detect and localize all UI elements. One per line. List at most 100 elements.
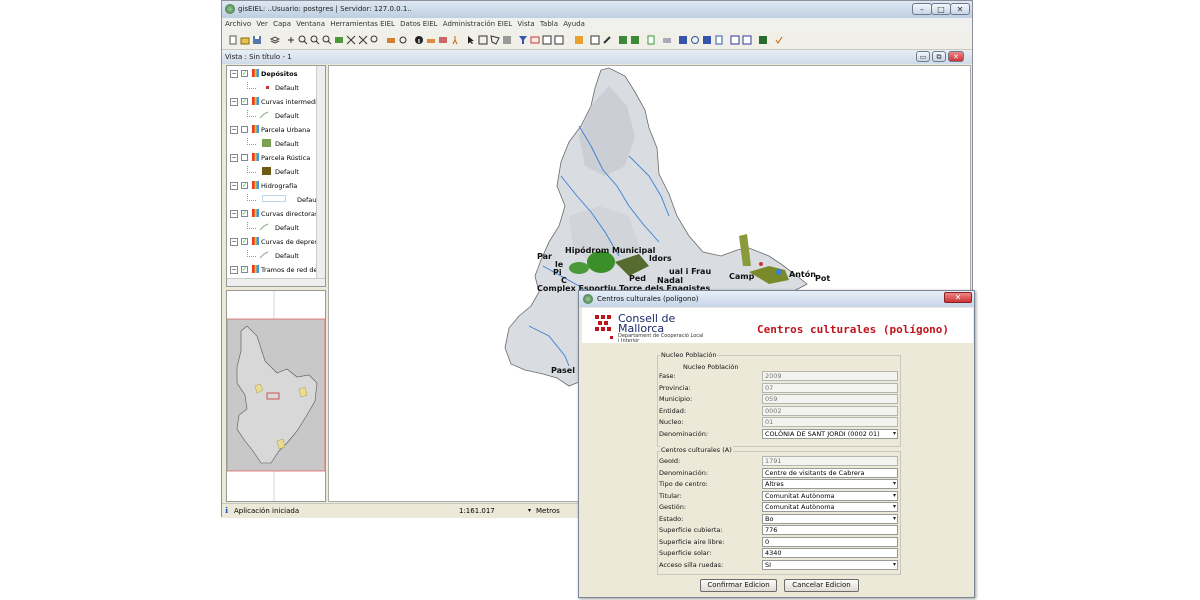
- run-icon[interactable]: [450, 35, 460, 45]
- field-select[interactable]: Comunitat Autònoma ▾: [762, 502, 898, 512]
- units-dropdown-arrow-icon[interactable]: ▾: [528, 507, 531, 514]
- toc-vertical-scrollbar[interactable]: [316, 66, 325, 278]
- pdf-multi-icon[interactable]: [742, 35, 752, 45]
- zoom-layer-icon[interactable]: [334, 35, 344, 45]
- cultural-center-point[interactable]: [759, 262, 763, 266]
- select-arrow-icon[interactable]: [466, 35, 476, 45]
- map-edit-icon[interactable]: [618, 35, 628, 45]
- layer-row[interactable]: − ✓ Curvas de depresión: [227, 236, 325, 248]
- layer-visibility-checkbox[interactable]: ✓: [241, 182, 248, 189]
- layer-name[interactable]: Depósitos: [261, 70, 297, 78]
- expand-toggle-icon[interactable]: −: [230, 126, 238, 134]
- zoom-select-icon[interactable]: [358, 35, 368, 45]
- field-input[interactable]: 4340: [762, 548, 898, 558]
- menu-herramientas-eiel[interactable]: Herramientas EIEL: [330, 18, 395, 31]
- menu-ventana[interactable]: Ventana: [296, 18, 325, 31]
- select-layer-icon[interactable]: [502, 35, 512, 45]
- scale-input[interactable]: 1:161.017: [459, 507, 495, 515]
- zoom-table-icon[interactable]: [554, 35, 564, 45]
- layer-name[interactable]: Parcela Rústica: [261, 154, 310, 162]
- menu-ayuda[interactable]: Ayuda: [563, 18, 585, 31]
- measure-area-icon[interactable]: [438, 35, 448, 45]
- document-icon[interactable]: [646, 35, 656, 45]
- field-input[interactable]: 776: [762, 525, 898, 535]
- layer-visibility-checkbox[interactable]: ✓: [241, 238, 248, 245]
- export-icon[interactable]: [702, 35, 712, 45]
- expand-toggle-icon[interactable]: −: [230, 182, 238, 190]
- layer-row[interactable]: − Parcela Rústica: [227, 152, 315, 164]
- hand-icon[interactable]: [398, 35, 408, 45]
- cultural-center-point[interactable]: [776, 269, 782, 275]
- open-folder-icon[interactable]: [240, 35, 250, 45]
- field-select[interactable]: COLÒNIA DE SANT JORDI (0002 01) ▾: [762, 428, 898, 439]
- field-input[interactable]: 0: [762, 536, 898, 547]
- close-window-button[interactable]: ✕: [950, 3, 970, 15]
- dropdown-arrow-icon[interactable]: ▾: [893, 515, 896, 523]
- validate-icon[interactable]: [774, 35, 784, 45]
- tools-icon[interactable]: [602, 35, 612, 45]
- menu-datos-eiel[interactable]: Datos EIEL: [400, 18, 437, 31]
- view-minimize-button[interactable]: ▭: [916, 51, 930, 62]
- print-preview-icon[interactable]: [662, 35, 672, 45]
- menu-vista[interactable]: Vista: [517, 18, 534, 31]
- print-icon[interactable]: [386, 35, 396, 45]
- dropdown-arrow-icon[interactable]: ▾: [893, 561, 896, 569]
- view-close-button[interactable]: ✕: [948, 51, 964, 62]
- grid-icon[interactable]: [590, 35, 600, 45]
- zoom-icon[interactable]: [322, 35, 332, 45]
- layer-name[interactable]: Hidrografía: [261, 182, 297, 190]
- zoom-in-icon[interactable]: [298, 35, 308, 45]
- pan-icon[interactable]: [286, 35, 296, 45]
- layer-row[interactable]: − ✓ Hidrografía: [227, 180, 315, 192]
- layer-row[interactable]: − Parcela Urbana: [227, 124, 315, 136]
- maximize-button[interactable]: □: [931, 3, 951, 15]
- dropdown-arrow-icon[interactable]: ▾: [893, 430, 896, 438]
- save-icon[interactable]: [252, 35, 262, 45]
- table-icon[interactable]: [542, 35, 552, 45]
- settings-icon[interactable]: [758, 35, 768, 45]
- full-extent-icon[interactable]: [346, 35, 356, 45]
- layer-name[interactable]: Curvas intermedias: [261, 98, 324, 106]
- dropdown-arrow-icon[interactable]: ▾: [893, 503, 896, 511]
- layer-name[interactable]: Curvas directoras: [261, 210, 318, 218]
- layer-row[interactable]: − ✓ Depósitos: [227, 68, 315, 80]
- map-view-icon[interactable]: [630, 35, 640, 45]
- layer-visibility-checkbox[interactable]: ✓: [241, 266, 248, 273]
- filter-icon[interactable]: [518, 35, 528, 45]
- dropdown-arrow-icon[interactable]: ▾: [893, 480, 896, 488]
- new-file-icon[interactable]: [228, 35, 238, 45]
- report-icon[interactable]: [714, 35, 724, 45]
- layers-icon[interactable]: [270, 35, 280, 45]
- menu-ver[interactable]: Ver: [256, 18, 267, 31]
- zoom-out-icon[interactable]: [310, 35, 320, 45]
- menu-administracion-eiel[interactable]: Administración EIEL: [443, 18, 512, 31]
- toc-horizontal-scrollbar[interactable]: [227, 278, 325, 286]
- search-db-icon[interactable]: [690, 35, 700, 45]
- field-input[interactable]: Centre de visitants de Cabrera: [762, 467, 898, 478]
- dropdown-arrow-icon[interactable]: ▾: [893, 492, 896, 500]
- layer-visibility-checkbox[interactable]: ✓: [241, 98, 248, 105]
- overview-map[interactable]: [226, 290, 326, 502]
- layer-visibility-checkbox[interactable]: [241, 154, 248, 161]
- menu-archivo[interactable]: Archivo: [225, 18, 251, 31]
- expand-toggle-icon[interactable]: −: [230, 238, 238, 246]
- field-select[interactable]: Altres ▾: [762, 479, 898, 489]
- layer-row[interactable]: − ✓ Tramos de red de di: [227, 264, 325, 276]
- layer-row[interactable]: − ✓ Curvas intermedias: [227, 96, 324, 108]
- rect-tool-icon[interactable]: [530, 35, 540, 45]
- cultural-center-polygons[interactable]: [569, 262, 589, 274]
- field-select[interactable]: Bo ▾: [762, 513, 898, 524]
- view-restore-button[interactable]: ⧉: [932, 51, 946, 62]
- expand-toggle-icon[interactable]: −: [230, 154, 238, 162]
- minimize-button[interactable]: –: [912, 3, 932, 15]
- edit-icon[interactable]: [574, 35, 584, 45]
- layer-visibility-checkbox[interactable]: [241, 126, 248, 133]
- pdf-icon[interactable]: [730, 35, 740, 45]
- dialog-close-button[interactable]: ✕: [944, 292, 972, 303]
- select-poly-icon[interactable]: [490, 35, 500, 45]
- database-icon[interactable]: [678, 35, 688, 45]
- expand-toggle-icon[interactable]: −: [230, 210, 238, 218]
- expand-toggle-icon[interactable]: −: [230, 70, 238, 78]
- units-select[interactable]: Metros: [536, 507, 560, 515]
- menu-capa[interactable]: Capa: [273, 18, 291, 31]
